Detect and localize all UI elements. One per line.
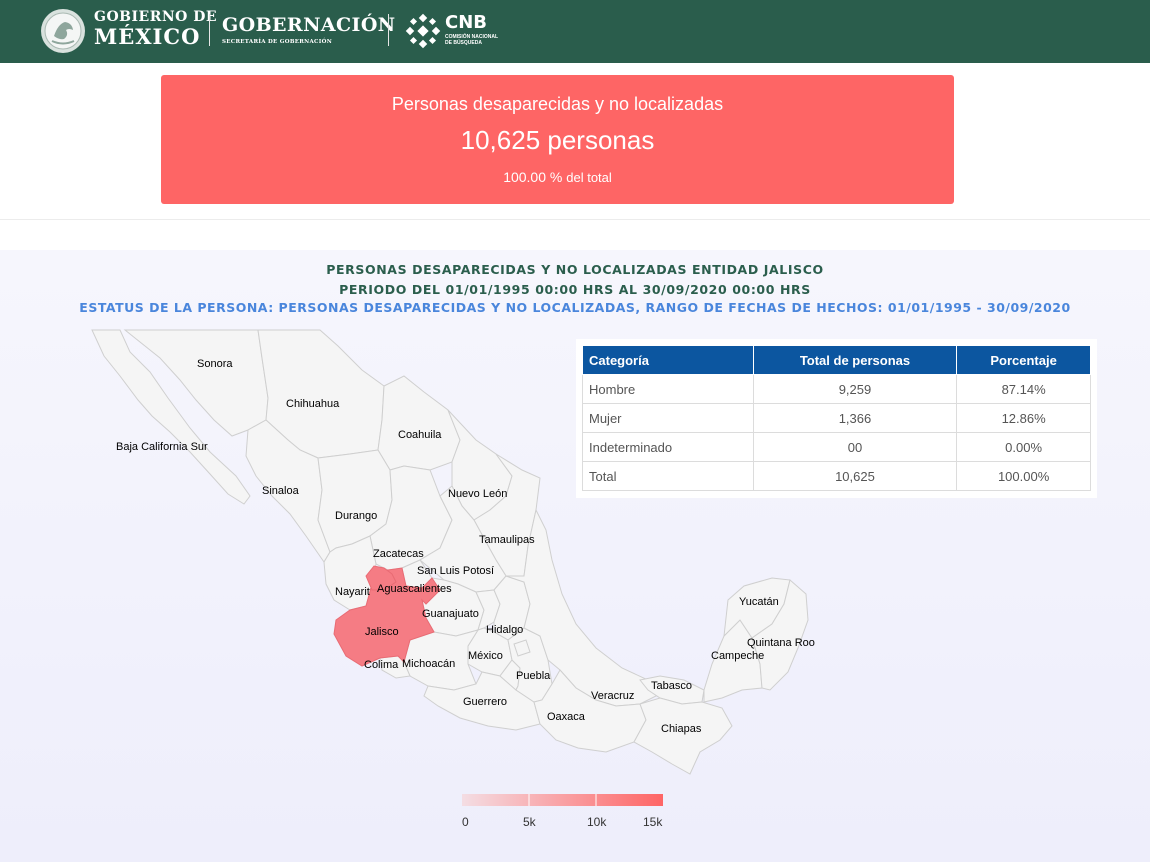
- label-zacatecas: Zacatecas: [373, 548, 424, 560]
- label-durango: Durango: [335, 510, 377, 522]
- label-coahuila: Coahuila: [398, 429, 442, 441]
- cell-total: 00: [752, 432, 958, 462]
- cell-percent: 87.14%: [956, 374, 1091, 404]
- legend-tick-10k: 10k: [587, 815, 607, 829]
- state-chiapas[interactable]: [633, 697, 733, 775]
- cell-total: 9,259: [752, 374, 958, 404]
- legend-tick-15k: 15k: [643, 815, 663, 829]
- label-tabasco: Tabasco: [651, 680, 692, 692]
- label-nuevo-leon: Nuevo León: [448, 488, 507, 500]
- label-michoacan: Michoacán: [402, 658, 455, 670]
- cell-category: Hombre: [582, 374, 754, 404]
- cell-total: 1,366: [752, 403, 958, 433]
- category-table-panel: Categoría Total de personas Porcentaje H…: [576, 339, 1097, 498]
- cell-category: Indeterminado: [582, 432, 754, 462]
- label-jalisco: Jalisco: [365, 626, 399, 638]
- table-row-total: Total 10,625 100.00%: [582, 461, 1091, 491]
- label-oaxaca: Oaxaca: [547, 711, 586, 723]
- table-header-row: Categoría Total de personas Porcentaje: [582, 345, 1091, 375]
- label-colima: Colima: [364, 659, 399, 671]
- label-chihuahua: Chihuahua: [286, 398, 340, 410]
- cell-total: 10,625: [752, 461, 958, 491]
- label-puebla: Puebla: [516, 670, 551, 682]
- label-tamaulipas: Tamaulipas: [479, 534, 535, 546]
- table-row: Mujer 1,366 12.86%: [582, 403, 1091, 433]
- label-quintana-roo: Quintana Roo: [747, 637, 815, 649]
- header-categoria[interactable]: Categoría: [582, 345, 754, 375]
- header-porcentaje[interactable]: Porcentaje: [956, 345, 1091, 375]
- cell-percent: 12.86%: [956, 403, 1091, 433]
- label-hidalgo: Hidalgo: [486, 624, 523, 636]
- color-scale-legend: [462, 794, 663, 806]
- label-aguascalientes: Aguascalientes: [377, 583, 452, 595]
- cell-percent: 100.00%: [956, 461, 1091, 491]
- table-row: Hombre 9,259 87.14%: [582, 374, 1091, 404]
- label-sonora: Sonora: [197, 358, 233, 370]
- label-mexico: México: [468, 650, 503, 662]
- legend-tick-5k: 5k: [523, 815, 536, 829]
- label-sinaloa: Sinaloa: [262, 485, 300, 497]
- label-veracruz: Veracruz: [591, 690, 634, 702]
- label-san-luis-potosi: San Luis Potosí: [417, 565, 494, 577]
- table-row: Indeterminado 00 0.00%: [582, 432, 1091, 462]
- legend-tick-0: 0: [462, 815, 469, 829]
- cell-percent: 0.00%: [956, 432, 1091, 462]
- header-total-personas[interactable]: Total de personas: [752, 345, 958, 375]
- label-nayarit: Nayarit: [335, 586, 370, 598]
- label-baja-california-sur: Baja California Sur: [116, 441, 208, 453]
- state-coahuila[interactable]: [377, 375, 461, 471]
- category-table: Categoría Total de personas Porcentaje H…: [582, 345, 1091, 491]
- label-guerrero: Guerrero: [463, 696, 507, 708]
- cell-category: Mujer: [582, 403, 754, 433]
- label-chiapas: Chiapas: [661, 723, 702, 735]
- label-guanajuato: Guanajuato: [422, 608, 479, 620]
- cell-category: Total: [582, 461, 754, 491]
- label-yucatan: Yucatán: [739, 596, 779, 608]
- label-campeche: Campeche: [711, 650, 764, 662]
